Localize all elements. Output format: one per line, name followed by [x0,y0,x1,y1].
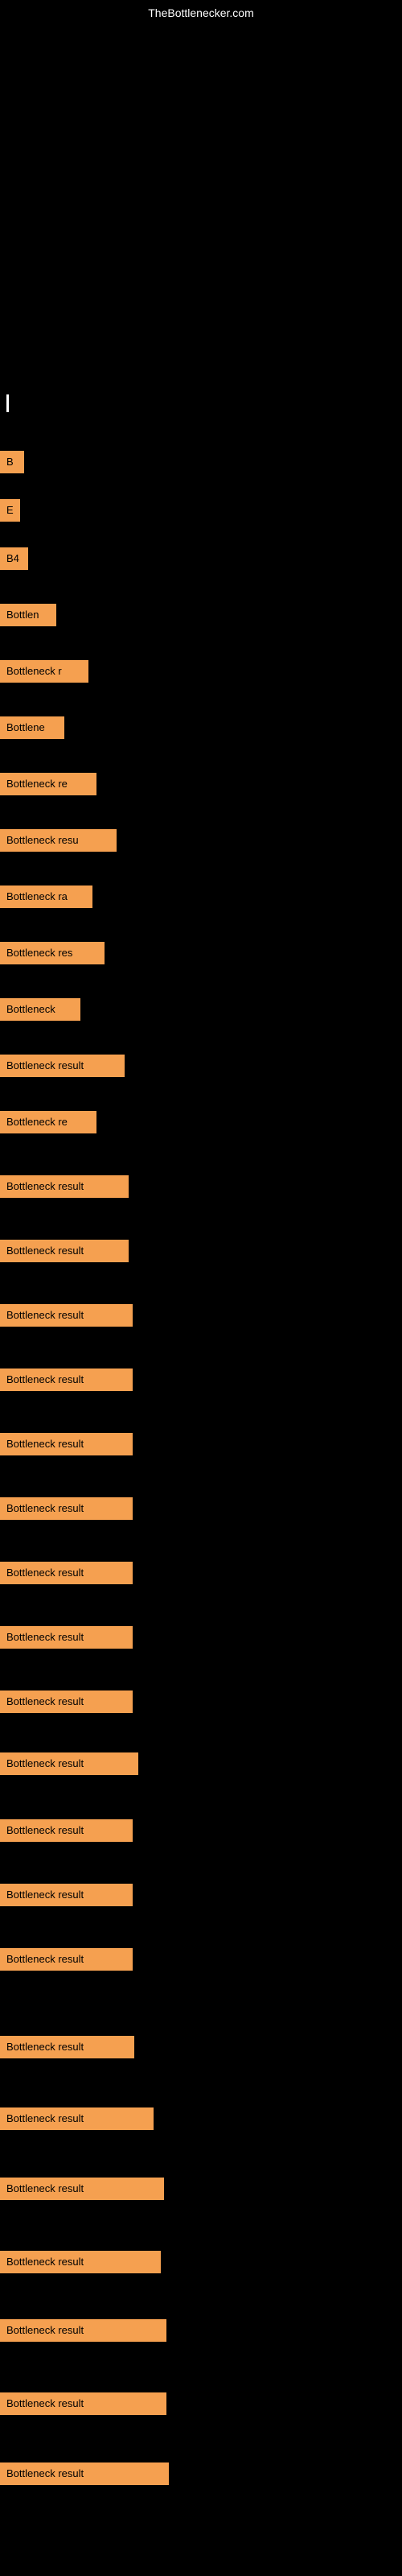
bottleneck-result-item: Bottleneck result [0,1368,133,1391]
bottleneck-result-item: Bottleneck result [0,1819,133,1842]
bottleneck-result-item: Bottleneck result [0,1304,133,1327]
bottleneck-result-item: Bottleneck result [0,1497,133,1520]
bottleneck-result-item: Bottleneck re [0,1111,96,1133]
bottleneck-result-item: Bottleneck [0,998,80,1021]
bottleneck-result-item: Bottleneck re [0,773,96,795]
bottleneck-result-item: Bottleneck result [0,2178,164,2200]
bottleneck-result-item: Bottleneck result [0,2251,161,2273]
bottleneck-result-item: Bottleneck result [0,1240,129,1262]
bottleneck-result-item: Bottleneck result [0,1752,138,1775]
bottleneck-result-item: Bottlene [0,716,64,739]
site-title: TheBottlenecker.com [148,6,254,19]
bottleneck-result-item: Bottleneck result [0,2107,154,2130]
bottleneck-result-item: Bottleneck ra [0,886,92,908]
bottleneck-result-item: Bottleneck result [0,1433,133,1455]
bottleneck-result-item: Bottleneck result [0,1884,133,1906]
bottleneck-result-item: Bottleneck result [0,2392,166,2415]
bottleneck-result-item: Bottleneck result [0,1175,129,1198]
bottleneck-result-item: Bottlen [0,604,56,626]
bottleneck-result-item: E [0,499,20,522]
bottleneck-result-item: Bottleneck res [0,942,105,964]
text-cursor [6,394,9,412]
bottleneck-result-item: Bottleneck result [0,1626,133,1649]
bottleneck-result-item: Bottleneck result [0,1948,133,1971]
bottleneck-result-item: Bottleneck resu [0,829,117,852]
bottleneck-result-item: Bottleneck result [0,1055,125,1077]
bottleneck-result-item: Bottleneck result [0,2319,166,2342]
bottleneck-result-item: Bottleneck result [0,1690,133,1713]
bottleneck-result-item: Bottleneck r [0,660,88,683]
bottleneck-result-item: Bottleneck result [0,2036,134,2058]
bottleneck-result-item: B [0,451,24,473]
bottleneck-result-item: B4 [0,547,28,570]
bottleneck-result-item: Bottleneck result [0,1562,133,1584]
bottleneck-result-item: Bottleneck result [0,2462,169,2485]
